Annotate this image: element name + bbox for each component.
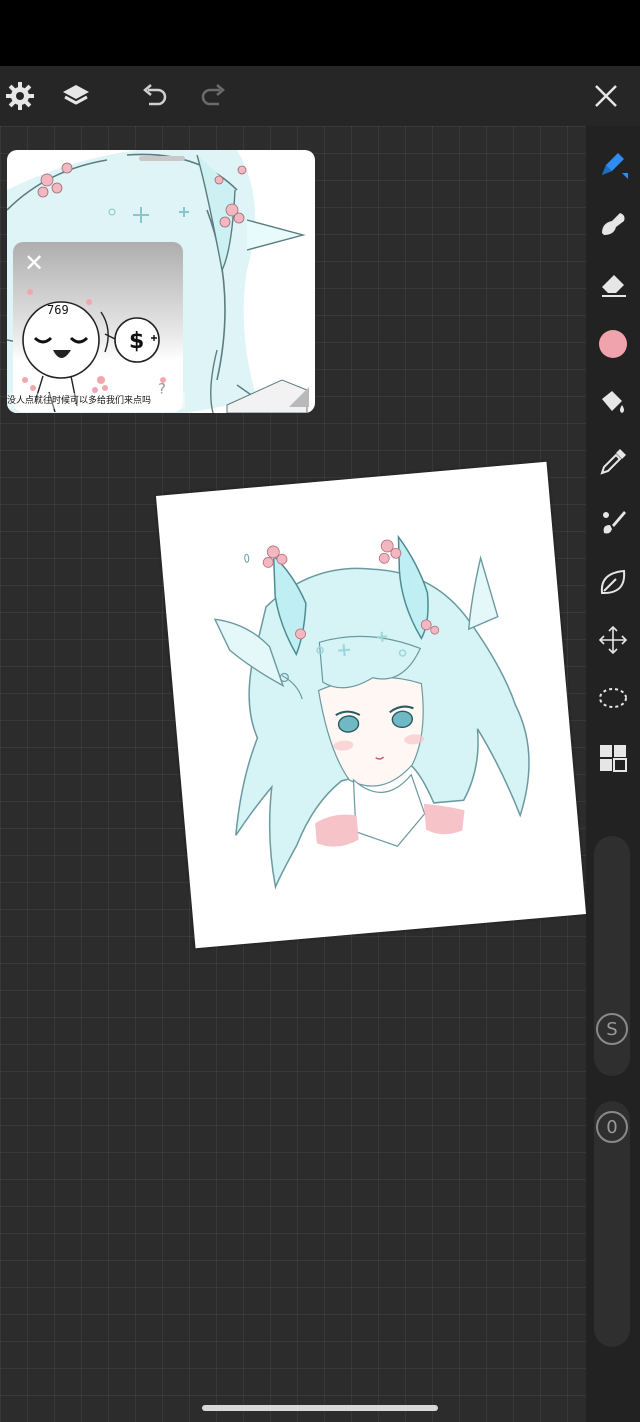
- artwork-drawing: [213, 534, 530, 890]
- brush-tool[interactable]: [593, 502, 633, 542]
- panels-button[interactable]: [593, 738, 633, 778]
- lasso-selection-icon: [599, 688, 627, 708]
- settings-button[interactable]: [0, 76, 40, 116]
- color-picker-button[interactable]: [593, 324, 633, 364]
- resize-handle-icon[interactable]: [287, 385, 311, 409]
- eyedropper-icon: [600, 449, 626, 475]
- close-icon: [595, 85, 617, 107]
- top-toolbar: [0, 66, 640, 126]
- move-arrows-icon: [598, 625, 628, 655]
- pen-icon: [602, 153, 628, 179]
- ad-caption: 没人点就往时候可以多给我们来点吗: [7, 393, 185, 409]
- brush-icon: [603, 511, 626, 534]
- selection-tool[interactable]: [593, 678, 633, 718]
- layers-icon: [63, 85, 89, 105]
- paint-bucket-icon: [602, 391, 624, 413]
- eraser-icon: [602, 275, 626, 297]
- ad-popup[interactable]: 769 $ ✕ ?: [13, 242, 183, 412]
- ad-doodle-money: $: [129, 329, 144, 354]
- close-button[interactable]: [586, 76, 626, 116]
- transform-tool[interactable]: [593, 620, 633, 660]
- leaf-icon: [600, 569, 626, 594]
- opacity-knob[interactable]: 0: [596, 1111, 628, 1143]
- undo-icon: [143, 84, 167, 106]
- eyedropper-tool[interactable]: [593, 442, 633, 482]
- tool-panel: S 0: [586, 126, 640, 1422]
- undo-button[interactable]: [134, 76, 174, 116]
- pen-tool[interactable]: [593, 144, 633, 184]
- brush-size-knob[interactable]: S: [596, 1013, 628, 1045]
- redo-button[interactable]: [194, 76, 234, 116]
- eraser-tool[interactable]: [593, 264, 633, 304]
- status-bar: [0, 0, 640, 66]
- lasso-fill-tool[interactable]: [593, 562, 633, 602]
- artwork-canvas[interactable]: [155, 461, 586, 949]
- drawing-canvas[interactable]: 769 $ ✕ ? 没人点就往时候可以多给我们来点吗: [0, 126, 586, 1422]
- ad-doodle-number: 769: [47, 303, 69, 317]
- smudge-icon: [602, 213, 625, 235]
- home-indicator: [202, 1405, 438, 1411]
- reference-drag-handle[interactable]: [139, 156, 185, 161]
- grid-icon: [600, 745, 627, 772]
- layers-button[interactable]: [56, 76, 96, 116]
- ad-close-button[interactable]: ✕: [21, 250, 47, 276]
- color-swatch: [599, 330, 627, 358]
- fill-tool[interactable]: [593, 382, 633, 422]
- redo-icon: [201, 84, 225, 106]
- settings-icon: [6, 82, 34, 110]
- reference-window[interactable]: 769 $ ✕ ? 没人点就往时候可以多给我们来点吗: [7, 150, 315, 413]
- smudge-tool[interactable]: [593, 204, 633, 244]
